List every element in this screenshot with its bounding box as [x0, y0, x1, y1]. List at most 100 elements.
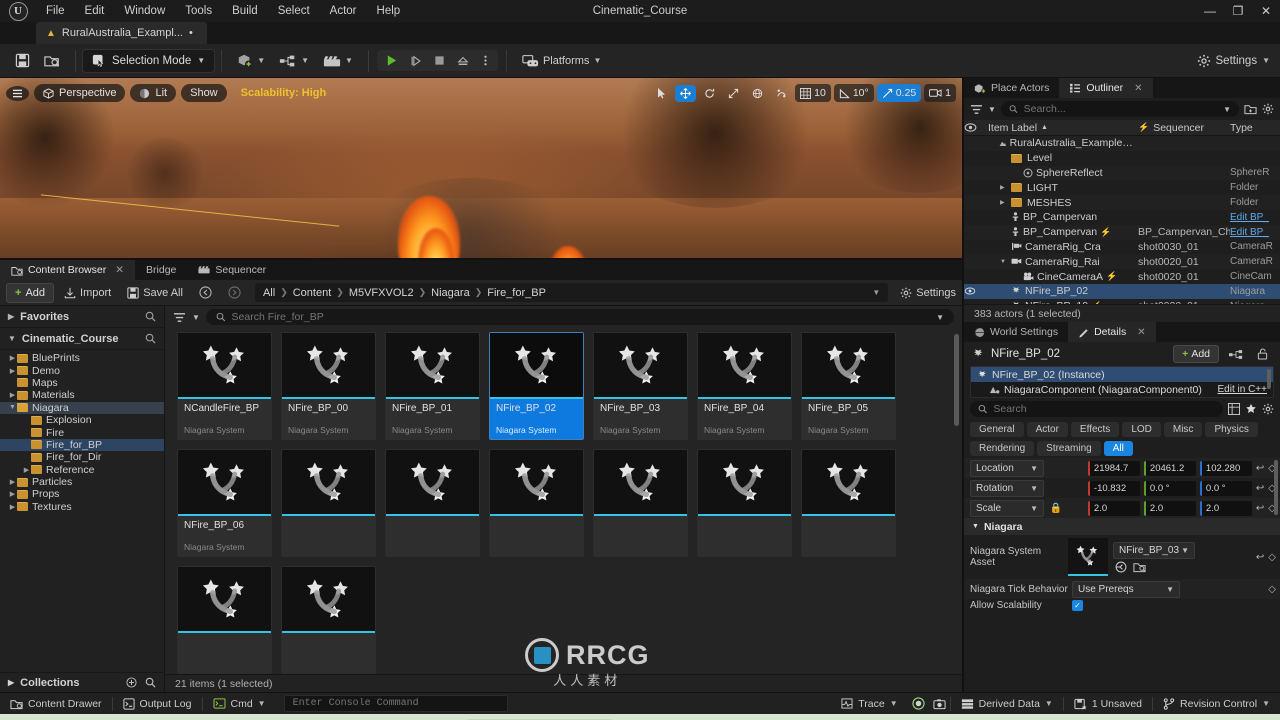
- reset-to-default-icon[interactable]: ↩: [1256, 483, 1264, 494]
- asset-search-box[interactable]: ▼: [205, 309, 954, 325]
- asset-tile[interactable]: NFire_BP_02 Niagara System: [489, 332, 584, 440]
- menu-item-file[interactable]: File: [36, 2, 75, 20]
- keyframe-icon[interactable]: ◇: [1268, 552, 1276, 563]
- folder-tree-node[interactable]: ▶ BluePrints: [0, 352, 164, 364]
- tab-world-settings[interactable]: World Settings: [964, 322, 1068, 342]
- tab-details[interactable]: Details ✕: [1068, 322, 1156, 342]
- asset-tile[interactable]: [489, 449, 584, 557]
- chevron-right-icon[interactable]: ▶: [1000, 199, 1008, 206]
- asset-grid[interactable]: NCandleFire_BP Niagara System NFire_BP_0…: [165, 328, 962, 674]
- details-filter-chip[interactable]: Rendering: [970, 441, 1035, 456]
- component-row-instance[interactable]: NFire_BP_02 (Instance): [971, 367, 1273, 382]
- niagara-system-asset-thumbnail[interactable]: [1068, 538, 1108, 576]
- revision-control-button[interactable]: Revision Control ▼: [1153, 693, 1280, 714]
- asset-tile[interactable]: NFire_BP_00 Niagara System: [281, 332, 376, 440]
- angle-snap-button[interactable]: 10°: [833, 84, 874, 102]
- add-actor-button[interactable]: ▼: [230, 49, 272, 72]
- outliner-row[interactable]: ▶ LIGHT Folder: [964, 180, 1280, 195]
- asset-tile[interactable]: [697, 449, 792, 557]
- asset-tile[interactable]: [281, 566, 376, 674]
- transform-y-field[interactable]: 2.0: [1143, 500, 1196, 516]
- save-button[interactable]: [8, 49, 37, 72]
- screenshot-button[interactable]: [929, 693, 950, 714]
- chevron-right-icon[interactable]: ▶: [8, 478, 17, 486]
- details-filter-chips-row1[interactable]: General Actor Effects LOD Misc Physics: [964, 420, 1280, 439]
- asset-search-input[interactable]: [231, 311, 931, 323]
- surface-snap-button[interactable]: [771, 85, 792, 102]
- derived-data-button[interactable]: Derived Data ▼: [951, 693, 1063, 714]
- asset-tile[interactable]: [593, 449, 688, 557]
- world-local-button[interactable]: [747, 85, 768, 102]
- details-search-input[interactable]: [993, 403, 1215, 415]
- visibility-column-icon[interactable]: [964, 123, 988, 132]
- asset-tile[interactable]: NCandleFire_BP Niagara System: [177, 332, 272, 440]
- scale-tool-button[interactable]: [723, 85, 744, 102]
- scale-snap-button[interactable]: 0.25: [876, 84, 922, 102]
- new-folder-icon[interactable]: [1244, 103, 1257, 115]
- edit-in-cpp-link[interactable]: Edit in C++: [1218, 384, 1267, 395]
- close-button[interactable]: ✕: [1252, 0, 1280, 22]
- breadcrumb-fire-for-bp[interactable]: Fire_for_BP: [487, 287, 546, 299]
- content-browser-folder-tree[interactable]: ▶ BluePrints ▶ Demo Maps ▶ Materials ▼ Niagara Ex…: [0, 350, 164, 672]
- visibility-eye-icon[interactable]: [964, 287, 988, 295]
- folder-tree-node[interactable]: ▶ Materials: [0, 389, 164, 401]
- folder-tree-node[interactable]: Maps: [0, 377, 164, 389]
- transform-label-dropdown[interactable]: Location ▼: [970, 459, 1044, 477]
- translate-tool-button[interactable]: [675, 84, 697, 102]
- details-properties[interactable]: Location ▼ 21984.7 20461.2 102.280 ↩ ◇ Rotation…: [964, 458, 1280, 692]
- menu-item-window[interactable]: Window: [114, 2, 175, 20]
- close-icon[interactable]: ✕: [115, 264, 124, 276]
- folder-tree-node[interactable]: ▶ Props: [0, 488, 164, 500]
- maximize-button[interactable]: ❐: [1224, 0, 1252, 22]
- viewport-viewmode-button[interactable]: Lit: [130, 84, 177, 102]
- outliner-row-type[interactable]: Edit BP_: [1230, 212, 1280, 223]
- component-list[interactable]: NFire_BP_02 (Instance) NiagaraComponent …: [970, 366, 1274, 398]
- outliner-row[interactable]: CineCameraA ⚡ shot0020_01 CineCam: [964, 269, 1280, 284]
- details-filter-chip[interactable]: Misc: [1163, 422, 1203, 437]
- asset-tile[interactable]: [177, 566, 272, 674]
- details-filter-chips-row2[interactable]: Rendering Streaming All: [964, 439, 1280, 458]
- collections-header[interactable]: ▶ Collections: [0, 672, 164, 692]
- outliner-tree[interactable]: RuralAustralia_Example_01 (Editor)LevelS…: [964, 136, 1280, 304]
- folder-tree-node[interactable]: Explosion: [0, 414, 164, 426]
- details-filter-chip[interactable]: Effects: [1070, 422, 1120, 437]
- asset-tile[interactable]: [385, 449, 480, 557]
- details-settings-icon[interactable]: [1262, 403, 1274, 415]
- chevron-right-icon[interactable]: ▶: [8, 354, 17, 362]
- reset-to-default-icon[interactable]: ↩: [1256, 503, 1264, 514]
- blueprint-edit-icon[interactable]: [1225, 347, 1247, 362]
- asset-tile[interactable]: NFire_BP_03 Niagara System: [593, 332, 688, 440]
- details-filter-chip[interactable]: All: [1103, 441, 1133, 456]
- transform-z-field[interactable]: 0.0 °: [1199, 480, 1252, 496]
- details-filter-chip[interactable]: Physics: [1205, 422, 1258, 437]
- details-filter-chip[interactable]: General: [970, 422, 1024, 437]
- chevron-down-icon[interactable]: ▼: [1223, 105, 1231, 114]
- toolbar-settings-button[interactable]: Settings ▼: [1197, 54, 1270, 68]
- close-icon[interactable]: ✕: [1137, 327, 1145, 338]
- chevron-down-icon[interactable]: ▼: [936, 313, 944, 322]
- asset-tile[interactable]: NFire_BP_04 Niagara System: [697, 332, 792, 440]
- camera-speed-button[interactable]: 1: [924, 84, 956, 102]
- folder-tree-node[interactable]: Fire_for_Dir: [0, 451, 164, 463]
- details-search-box[interactable]: [970, 401, 1223, 417]
- viewport-menu-button[interactable]: [6, 85, 29, 101]
- unsaved-button[interactable]: 1 Unsaved: [1064, 693, 1152, 714]
- cb-import-button[interactable]: Import: [58, 284, 117, 302]
- reset-to-default-icon[interactable]: ↩: [1256, 552, 1264, 563]
- details-filter-chip[interactable]: Actor: [1026, 422, 1068, 437]
- asset-grid-scrollbar[interactable]: [954, 334, 959, 426]
- column-layout-icon[interactable]: [1228, 403, 1240, 415]
- minimize-button[interactable]: —: [1196, 0, 1224, 22]
- outliner-search-box[interactable]: ▼: [1000, 101, 1239, 117]
- folder-tree-node[interactable]: ▶ Reference: [0, 464, 164, 476]
- viewport-scalability-button[interactable]: Scalability: High: [231, 84, 336, 102]
- chevron-right-icon[interactable]: ▶: [8, 391, 17, 399]
- viewport-show-button[interactable]: Show: [181, 84, 227, 102]
- outliner-settings-icon[interactable]: [1262, 103, 1274, 115]
- add-collection-icon[interactable]: [126, 677, 137, 688]
- unreal-logo[interactable]: U: [0, 0, 36, 22]
- details-add-component-button[interactable]: + Add: [1173, 345, 1219, 363]
- asset-tile[interactable]: [801, 449, 896, 557]
- details-scrollbar[interactable]: [1274, 460, 1278, 515]
- outliner-row[interactable]: RuralAustralia_Example_01 (Editor): [964, 136, 1280, 151]
